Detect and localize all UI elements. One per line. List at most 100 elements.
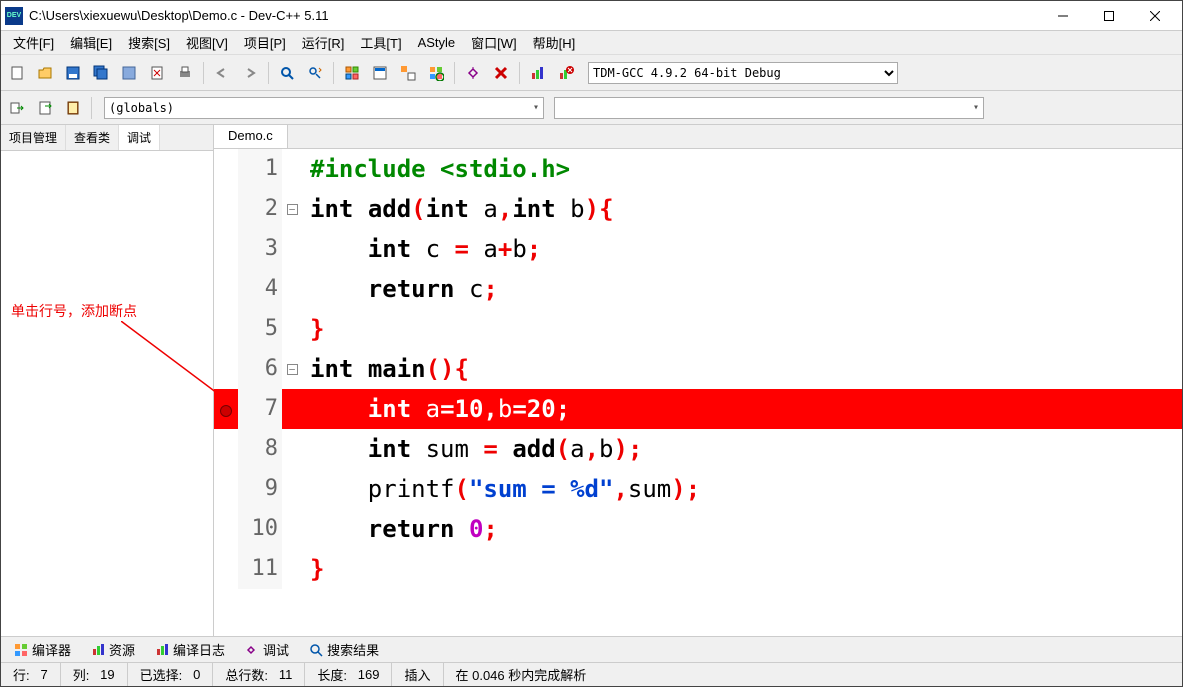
code-line[interactable]: 3 int c = a+b; [214, 229, 1182, 269]
open-button[interactable] [33, 61, 57, 85]
redo-button[interactable] [238, 61, 262, 85]
undo-button[interactable] [210, 61, 234, 85]
rebuild-button[interactable] [424, 61, 448, 85]
titlebar: DEV C:\Users\xiexuewu\Desktop\Demo.c - D… [1, 1, 1182, 31]
menu-item[interactable]: 工具[T] [352, 30, 409, 55]
toolbar-nav: (globals)▾ ▾ [1, 91, 1182, 125]
bottom-tab[interactable]: 资源 [82, 637, 144, 662]
book-button[interactable] [61, 96, 85, 120]
line-number[interactable]: 7 [238, 389, 282, 429]
breakpoint-icon [220, 405, 232, 417]
code-line[interactable]: 6−int main(){ [214, 349, 1182, 389]
line-number[interactable]: 10 [238, 509, 282, 549]
code-text[interactable]: int a=10,b=20; [302, 389, 1182, 429]
new-file-button[interactable] [5, 61, 29, 85]
run-button[interactable] [368, 61, 392, 85]
replace-button[interactable] [303, 61, 327, 85]
line-number[interactable]: 9 [238, 469, 282, 509]
bottom-tab[interactable]: 编译器 [5, 637, 80, 662]
code-text[interactable]: } [302, 309, 1182, 349]
line-number[interactable]: 2 [238, 189, 282, 229]
line-number[interactable]: 6 [238, 349, 282, 389]
globals-select[interactable]: (globals)▾ [104, 97, 544, 119]
app-icon: DEV [5, 7, 23, 25]
minimize-button[interactable] [1040, 1, 1086, 31]
side-tab[interactable]: 项目管理 [1, 125, 66, 150]
line-number[interactable]: 4 [238, 269, 282, 309]
code-line[interactable]: 1 #include <stdio.h> [214, 149, 1182, 189]
code-text[interactable]: return 0; [302, 509, 1182, 549]
delete-profile-button[interactable] [554, 61, 578, 85]
close-file-button[interactable] [145, 61, 169, 85]
breakpoint-gutter[interactable] [214, 389, 238, 429]
code-line[interactable]: 2−int add(int a,int b){ [214, 189, 1182, 229]
code-text[interactable]: #include <stdio.h> [302, 149, 1182, 189]
compile-button[interactable] [340, 61, 364, 85]
save-button[interactable] [61, 61, 85, 85]
code-line[interactable]: 7 int a=10,b=20; [214, 389, 1182, 429]
stop-button[interactable] [489, 61, 513, 85]
code-line[interactable]: 10 return 0; [214, 509, 1182, 549]
menu-item[interactable]: 视图[V] [178, 30, 236, 55]
side-tab[interactable]: 查看类 [66, 125, 119, 150]
menu-item[interactable]: 帮助[H] [525, 30, 584, 55]
code-text[interactable]: } [302, 549, 1182, 589]
code-line[interactable]: 9 printf("sum = %d",sum); [214, 469, 1182, 509]
toolbar-main: TDM-GCC 4.9.2 64-bit Debug [1, 55, 1182, 91]
line-number[interactable]: 1 [238, 149, 282, 189]
line-number[interactable]: 5 [238, 309, 282, 349]
annotation-text: 单击行号，添加断点 [11, 301, 137, 321]
code-line[interactable]: 4 return c; [214, 269, 1182, 309]
tab-icon [91, 643, 105, 657]
menu-item[interactable]: 运行[R] [294, 30, 353, 55]
profile-button[interactable] [526, 61, 550, 85]
fold-gutter[interactable]: − [282, 189, 302, 229]
code-line[interactable]: 8 int sum = add(a,b); [214, 429, 1182, 469]
tab-icon [155, 643, 169, 657]
fold-gutter[interactable]: − [282, 349, 302, 389]
line-number[interactable]: 3 [238, 229, 282, 269]
menu-item[interactable]: 项目[P] [236, 30, 294, 55]
code-text[interactable]: int c = a+b; [302, 229, 1182, 269]
maximize-button[interactable] [1086, 1, 1132, 31]
code-editor[interactable]: 1#include <stdio.h>2−int add(int a,int b… [214, 149, 1182, 636]
menu-item[interactable]: 窗口[W] [463, 30, 525, 55]
close-button[interactable] [1132, 1, 1178, 31]
tab-icon [245, 643, 259, 657]
menu-item[interactable]: 文件[F] [5, 30, 62, 55]
code-line[interactable]: 11} [214, 549, 1182, 589]
debug-button[interactable] [461, 61, 485, 85]
file-tabs: Demo.c [214, 125, 1182, 149]
bottom-tabs: 编译器资源编译日志调试搜索结果 [1, 636, 1182, 662]
bottom-tab[interactable]: 编译日志 [146, 637, 234, 662]
tab-icon [14, 643, 28, 657]
code-text[interactable]: printf("sum = %d",sum); [302, 469, 1182, 509]
menu-item[interactable]: AStyle [410, 32, 464, 53]
tab-icon [309, 643, 323, 657]
file-tab-demo[interactable]: Demo.c [214, 125, 288, 148]
code-line[interactable]: 5} [214, 309, 1182, 349]
compiler-select[interactable]: TDM-GCC 4.9.2 64-bit Debug [588, 62, 898, 84]
side-tab[interactable]: 调试 [119, 125, 160, 150]
bottom-tab[interactable]: 调试 [236, 637, 298, 662]
line-number[interactable]: 11 [238, 549, 282, 589]
statusbar: 行: 7 列: 19 已选择: 0 总行数: 11 长度: 169 插入 在 0… [1, 662, 1182, 686]
code-text[interactable]: int main(){ [302, 349, 1182, 389]
menu-item[interactable]: 编辑[E] [62, 30, 120, 55]
code-text[interactable]: int add(int a,int b){ [302, 189, 1182, 229]
print-button[interactable] [173, 61, 197, 85]
menubar: 文件[F]编辑[E]搜索[S]视图[V]项目[P]运行[R]工具[T]AStyl… [1, 31, 1182, 55]
bottom-tab[interactable]: 搜索结果 [300, 637, 388, 662]
code-text[interactable]: return c; [302, 269, 1182, 309]
line-number[interactable]: 8 [238, 429, 282, 469]
save-all-button[interactable] [89, 61, 113, 85]
compile-run-button[interactable] [396, 61, 420, 85]
window-title: C:\Users\xiexuewu\Desktop\Demo.c - Dev-C… [29, 8, 1040, 23]
goto-button[interactable] [5, 96, 29, 120]
save-as-button[interactable] [117, 61, 141, 85]
code-text[interactable]: int sum = add(a,b); [302, 429, 1182, 469]
menu-item[interactable]: 搜索[S] [120, 30, 178, 55]
symbol-select[interactable]: ▾ [554, 97, 984, 119]
bookmark-button[interactable] [33, 96, 57, 120]
find-button[interactable] [275, 61, 299, 85]
